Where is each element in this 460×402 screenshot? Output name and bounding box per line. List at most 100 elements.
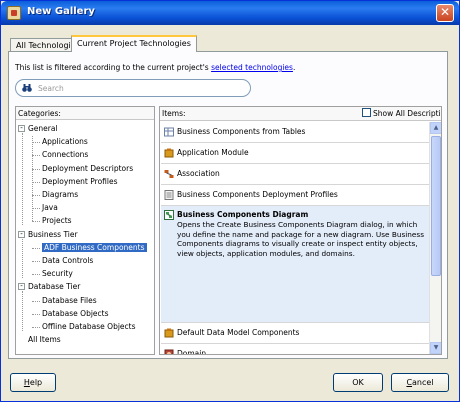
category-label: Database Objects <box>42 308 109 318</box>
module-icon <box>164 328 174 338</box>
tree-connector <box>32 195 40 196</box>
tree-connector <box>32 300 40 302</box>
items-label: Items: <box>162 109 186 118</box>
gallery-item[interactable]: Application Module <box>161 143 429 164</box>
category-label: Data Controls <box>42 256 94 265</box>
filter-notice-text: This list is filtered according to the c… <box>15 63 212 72</box>
category-general[interactable]: - General <box>18 123 58 136</box>
close-button[interactable]: ✕ <box>436 4 454 22</box>
gallery-item-label: Business Components Deployment Profiles <box>177 190 338 199</box>
collapse-icon[interactable]: - <box>18 230 25 238</box>
category-database-objects[interactable]: Database Objects <box>42 308 109 321</box>
domain-icon <box>164 349 174 354</box>
association-icon <box>164 170 174 178</box>
categories-header: Categories: <box>16 107 154 120</box>
binoculars-icon <box>22 84 32 92</box>
gallery-item[interactable]: Business Components Diagram Opens the Cre… <box>161 206 429 323</box>
tree-connector <box>32 327 40 328</box>
tree-connector <box>22 238 23 279</box>
dialog-title: New Gallery <box>27 6 95 17</box>
filter-notice: This list is filtered according to the c… <box>15 63 295 72</box>
tree-connector <box>22 291 23 331</box>
gallery-item-label: Business Components Diagram <box>177 210 309 219</box>
gallery-item-label: Default Data Model Components <box>177 328 300 337</box>
category-label: Security <box>42 269 73 279</box>
category-label: Deployment Profiles <box>42 176 118 186</box>
tree-connector <box>32 142 40 144</box>
gallery-item-label: Association <box>177 169 220 178</box>
tree-connector <box>32 155 40 157</box>
title-bar[interactable]: New Gallery ✕ <box>1 1 459 25</box>
filter-notice-suffix: . <box>292 63 296 72</box>
cancel-button[interactable]: Cancel <box>391 373 449 392</box>
items-panel: Items: Show All Descriptions Business Co… <box>159 106 442 355</box>
collapse-icon[interactable]: - <box>18 125 25 132</box>
selected-technologies-link[interactable]: selected technologies <box>211 63 293 72</box>
gallery-item[interactable]: Association <box>161 164 429 185</box>
category-label: ADF Business Components <box>42 242 147 252</box>
show-all-descriptions-checkbox[interactable] <box>362 108 371 117</box>
category-label: All Items <box>28 335 61 345</box>
tree-connector <box>32 208 40 210</box>
category-all-items[interactable]: All Items <box>28 334 61 347</box>
category-applications[interactable]: Applications <box>42 136 88 149</box>
tree-connector <box>32 181 40 183</box>
category-deployment-profiles[interactable]: Deployment Profiles <box>42 176 118 189</box>
scroll-down-button[interactable]: ▼ <box>430 342 441 354</box>
category-label: General <box>28 124 58 133</box>
category-label: Offline Database Objects <box>42 322 136 331</box>
category-diagrams[interactable]: Diagrams <box>42 189 78 202</box>
search-box[interactable] <box>15 79 251 97</box>
tree-connector <box>22 133 23 226</box>
gallery-item-label: Business Components from Tables <box>177 127 306 136</box>
tab-panel: This list is filtered according to the c… <box>8 51 448 359</box>
tree-connector <box>32 168 40 170</box>
category-connections[interactable]: Connections <box>42 149 88 162</box>
gallery-item-description: Opens the Create Business Components Dia… <box>177 220 425 258</box>
gallery-item[interactable]: Business Components Deployment Profiles <box>161 185 429 206</box>
category-database-files[interactable]: Database Files <box>42 295 97 308</box>
tree-connector <box>32 274 40 276</box>
category-security[interactable]: Security <box>42 268 73 281</box>
scroll-thumb[interactable] <box>431 136 441 276</box>
tree-connector <box>32 313 40 315</box>
show-all-descriptions-label: Show All Descriptions <box>373 109 441 118</box>
scroll-up-button[interactable]: ▲ <box>430 122 441 134</box>
category-label: Connections <box>42 150 89 160</box>
gallery-item-label: Application Module <box>177 148 249 157</box>
items-scrollbar[interactable]: ▲ ▼ <box>429 122 441 354</box>
category-projects[interactable]: Projects <box>42 215 72 228</box>
tree-connector <box>32 136 33 222</box>
ok-button[interactable]: OK <box>333 373 383 392</box>
diagram-icon <box>164 210 174 220</box>
category-label: Database Tier <box>28 282 81 292</box>
category-label: Database Files <box>42 295 97 305</box>
category-label: Projects <box>42 216 72 226</box>
category-adf-business-components[interactable]: ADF Business Components <box>42 242 147 255</box>
tree-connector <box>32 261 40 262</box>
category-data-controls[interactable]: Data Controls <box>42 255 93 268</box>
category-offline-database-objects[interactable]: Offline Database Objects <box>42 321 136 334</box>
category-label: Applications <box>42 137 88 147</box>
category-label: Business Tier <box>28 229 78 239</box>
show-all-descriptions[interactable]: Show All Descriptions <box>362 108 441 118</box>
category-database-tier[interactable]: - Database Tier <box>18 281 80 294</box>
category-business-tier[interactable]: - Business Tier <box>18 229 78 242</box>
gallery-item[interactable]: Domain <box>161 344 429 355</box>
items-header: Items: Show All Descriptions <box>160 107 441 121</box>
collapse-icon[interactable]: - <box>18 283 25 291</box>
gallery-app-icon <box>7 6 21 20</box>
category-deployment-descriptors[interactable]: Deployment Descriptors <box>42 163 133 176</box>
profile-icon <box>164 190 174 200</box>
gallery-item[interactable]: Business Components from Tables <box>161 122 429 143</box>
categories-panel: Categories: - General Applications Connecti… <box>15 106 155 355</box>
category-label: Diagrams <box>42 190 79 199</box>
category-java[interactable]: Java <box>42 202 58 215</box>
table-icon <box>164 127 174 137</box>
module-icon <box>164 148 174 158</box>
gallery-item[interactable]: Default Data Model Components <box>161 323 429 344</box>
gallery-item-label: Domain <box>177 349 207 355</box>
tab-current-project-technologies[interactable]: Current Project Technologies <box>71 35 197 52</box>
search-input[interactable] <box>38 82 238 94</box>
help-button[interactable]: Help <box>10 373 56 392</box>
